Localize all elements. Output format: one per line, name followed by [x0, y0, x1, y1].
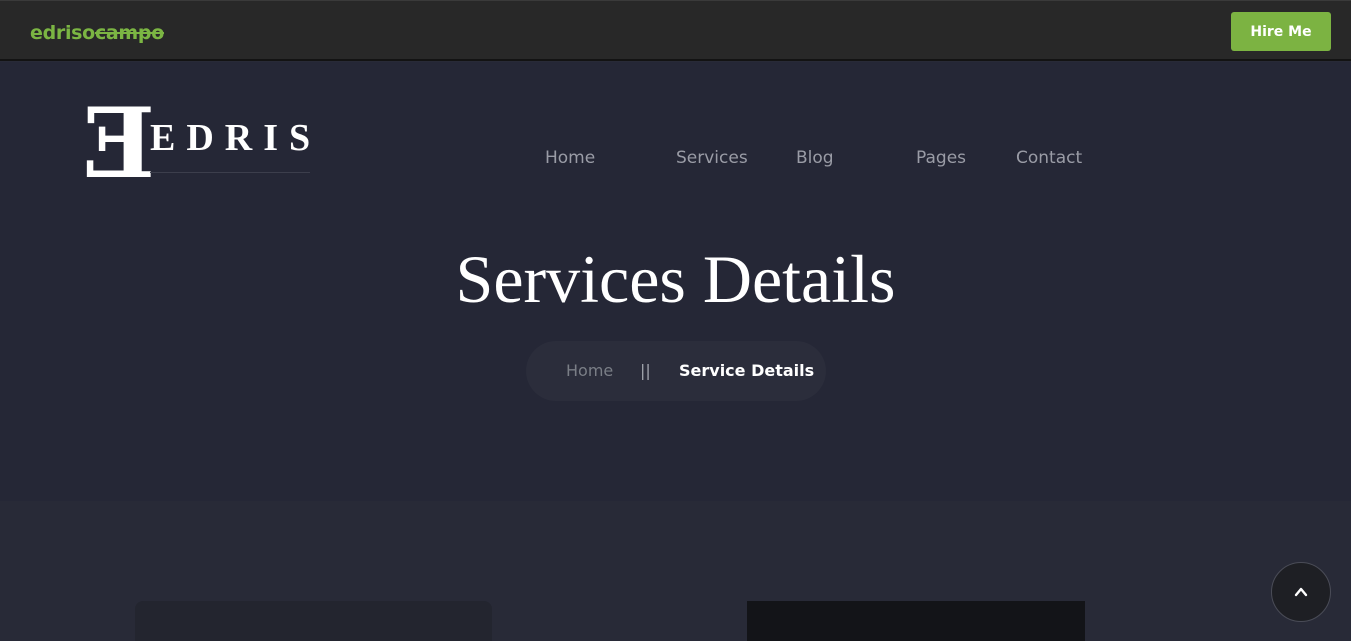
nav-item-home[interactable]: Home [545, 148, 595, 168]
logo-letter: E [82, 87, 156, 200]
service-sidebar-card [135, 601, 492, 641]
service-image [747, 601, 1085, 641]
nav-item-contact[interactable]: Contact [1016, 148, 1082, 168]
nav-item-blog[interactable]: Blog [796, 148, 834, 168]
back-to-top-button[interactable] [1271, 562, 1331, 622]
hire-me-button[interactable]: Hire Me [1231, 12, 1331, 51]
nav-item-services[interactable]: Services [676, 148, 748, 168]
top-bar: edrisocampo Hire Me [0, 0, 1351, 61]
breadcrumb-home-link[interactable]: Home [566, 361, 613, 380]
brand-link[interactable]: edrisocampo [30, 22, 164, 44]
hero-section: E EDRIS Home Services Blog Pages Contact… [0, 62, 1351, 501]
nav-item-pages[interactable]: Pages [916, 148, 966, 168]
breadcrumb: Home || Service Details [526, 341, 826, 401]
breadcrumb-current: Service Details [679, 361, 815, 380]
breadcrumb-separator: || [640, 361, 651, 380]
caret-up-icon [1294, 586, 1308, 598]
main-nav: Home Services Blog Pages Contact [0, 148, 1351, 172]
logo-underline [150, 172, 310, 173]
brand-text: edriso [30, 22, 95, 44]
page-title: Services Details [455, 241, 896, 317]
brand-struck-text: campo [94, 22, 164, 44]
